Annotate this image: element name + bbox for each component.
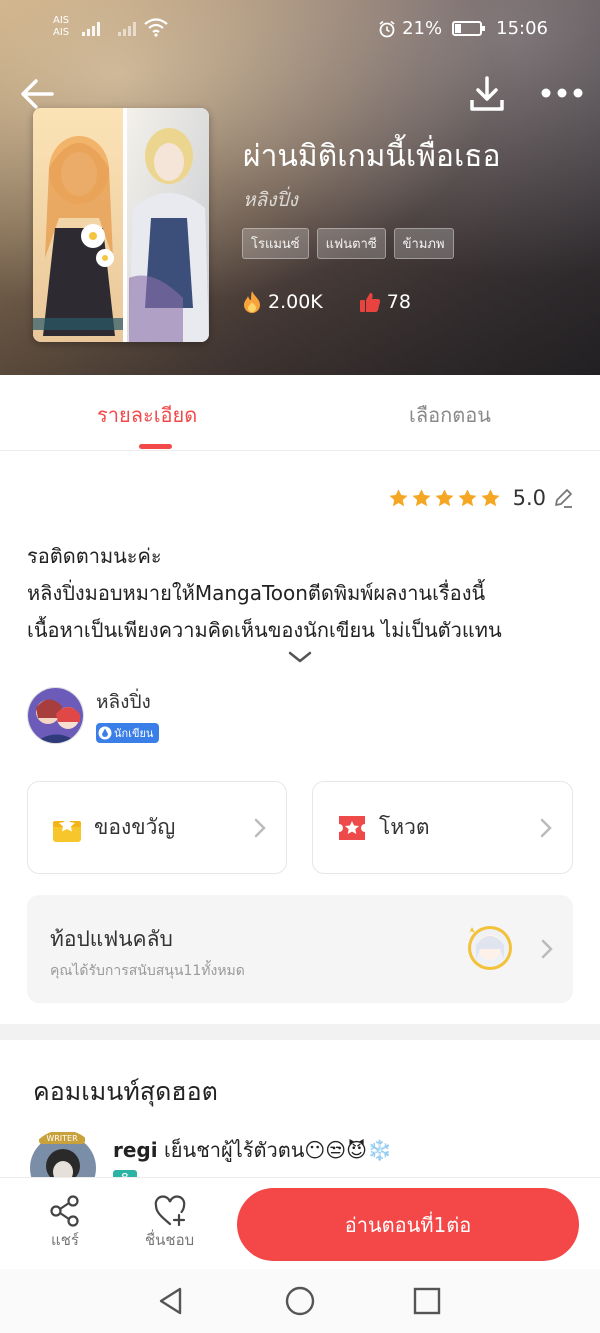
rating[interactable]: 5.0 <box>388 486 574 510</box>
top-fan-avatar <box>468 926 512 970</box>
author-name[interactable]: หลิงปิ่ง <box>96 687 159 717</box>
genre-tag[interactable]: แฟนตาซี <box>316 228 386 259</box>
like-button[interactable]: ชื่นชอบ <box>145 1194 194 1252</box>
views-stat: 2.00K <box>242 290 323 314</box>
status-right: 21% 15:06 <box>378 18 548 39</box>
tab-episodes[interactable]: เลือกตอน <box>409 399 491 431</box>
carrier-2: AIS <box>53 27 70 38</box>
hot-comments-title: คอมเมนท์สุดฮอต <box>33 1077 218 1106</box>
system-nav-bar <box>0 1269 600 1333</box>
gift-button[interactable]: ของขวัญ <box>27 781 287 874</box>
rating-value: 5.0 <box>512 486 546 510</box>
gift-icon <box>53 816 81 842</box>
battery-percent: 21% <box>402 18 443 39</box>
vote-button[interactable]: โหวต <box>312 781 573 874</box>
alarm-icon <box>379 20 395 37</box>
nav-recents-icon[interactable] <box>411 1285 443 1317</box>
description-line: หลิงปิ่งมอบหมายให้MangaToonตีดพิมพ์ผลงาน… <box>27 581 486 605</box>
nav-back-icon[interactable] <box>155 1285 187 1317</box>
star-icon <box>435 488 454 506</box>
thumbs-up-icon <box>359 293 380 312</box>
carrier-labels: AIS AIS <box>53 15 69 39</box>
author-profile[interactable]: หลิงปิ่ง นักเขียน <box>27 687 160 744</box>
chevron-right-icon <box>541 939 553 959</box>
cover-image[interactable] <box>33 108 209 342</box>
avatar-writer-tag: WRITER <box>46 1134 78 1143</box>
heart-plus-icon <box>154 1195 185 1227</box>
battery-fill <box>455 24 461 33</box>
share-label: แชร์ <box>51 1231 79 1249</box>
genre-tag[interactable]: โรแมนซ์ <box>242 228 309 259</box>
comic-author[interactable]: หลิงปิ่ง <box>243 185 298 215</box>
carrier-1: AIS <box>53 15 70 26</box>
battery-icon <box>452 21 486 36</box>
writer-badge-label: นักเขียน <box>114 727 154 740</box>
chevron-down-icon[interactable] <box>287 648 313 666</box>
star-icon <box>412 488 431 506</box>
comment-text-line: regi เย็นชาผู้ไร้ตัวตน😶😒😈❄️ <box>113 1134 392 1166</box>
clock: 15:06 <box>496 18 548 39</box>
writer-badge: นักเขียน <box>96 723 160 743</box>
writer-badge-icon <box>98 726 112 740</box>
ticket-icon <box>339 815 365 840</box>
genre-tag[interactable]: ข้ามภพ <box>393 228 454 259</box>
comic-header: AIS AIS 21% 15:06 ผ่านมิติเกมนี้เพื่อเธอ… <box>0 0 600 375</box>
comic-description: รอติดตามนะค่ะ หลิงปิ่งมอบหมายให้MangaToo… <box>27 538 577 649</box>
vote-label: โหวต <box>379 815 430 839</box>
fire-icon <box>244 291 260 313</box>
fanclub-title: ท้อปแฟนคลับ <box>50 927 173 951</box>
star-icon <box>389 488 408 506</box>
wifi-icon <box>144 18 168 37</box>
signal-icon-2 <box>118 20 136 36</box>
views-count: 2.00K <box>268 291 323 313</box>
likes-stat: 78 <box>359 291 411 313</box>
share-icon <box>50 1195 79 1227</box>
comic-stats: 2.00K 78 <box>242 290 411 314</box>
author-info: หลิงปิ่ง นักเขียน <box>96 687 160 744</box>
section-divider <box>0 1024 600 1040</box>
star-icon <box>481 488 500 506</box>
avatar-image <box>28 688 83 743</box>
top-fanclub[interactable]: ท้อปแฟนคลับ คุณได้รับการสนับสนุน11ทั้งหม… <box>27 895 573 1003</box>
like-label: ชื่นชอบ <box>145 1231 195 1249</box>
comic-title: ผ่านมิติเกมนี้เพื่อเธอ <box>243 139 501 174</box>
genre-tags: โรแมนซ์ แฟนตาซี ข้ามภพ <box>242 228 454 259</box>
cover-artwork <box>33 108 209 342</box>
bottom-action-bar: แชร์ ชื่นชอบ อ่านตอนที่1ต่อ <box>0 1177 600 1269</box>
tab-indicator <box>139 444 172 449</box>
gift-label: ของขวัญ <box>94 815 176 839</box>
share-button[interactable]: แชร์ <box>48 1194 82 1252</box>
signal-icon <box>82 20 100 36</box>
star-icon <box>458 488 477 506</box>
tab-detail[interactable]: รายละเอียด <box>97 399 197 431</box>
chevron-right-icon <box>254 818 266 838</box>
description-line: รอติดตามนะค่ะ <box>27 544 162 568</box>
rating-stars <box>388 488 501 509</box>
status-bar: AIS AIS 21% 15:06 <box>0 0 600 60</box>
chevron-right-icon <box>540 818 552 838</box>
pencil-icon[interactable] <box>552 487 574 509</box>
commenter-name[interactable]: regi <box>113 1138 158 1162</box>
download-icon[interactable] <box>467 74 507 114</box>
nav-home-icon[interactable] <box>284 1285 316 1317</box>
read-continue-button[interactable]: อ่านตอนที่1ต่อ <box>237 1188 579 1261</box>
description-line: เนื้อหาเป็นเพียงความคิดเห็นของนักเขียน ไ… <box>27 618 502 642</box>
comment-text: เย็นชาผู้ไร้ตัวตน😶😒😈❄️ <box>163 1138 392 1162</box>
detail-tabs: รายละเอียด เลือกตอน <box>0 375 600 451</box>
more-dots-icon[interactable] <box>540 82 584 104</box>
fanclub-subtitle: คุณได้รับการสนับสนุน11ทั้งหมด <box>50 963 245 979</box>
likes-count: 78 <box>386 291 411 313</box>
avatar[interactable] <box>27 687 84 744</box>
